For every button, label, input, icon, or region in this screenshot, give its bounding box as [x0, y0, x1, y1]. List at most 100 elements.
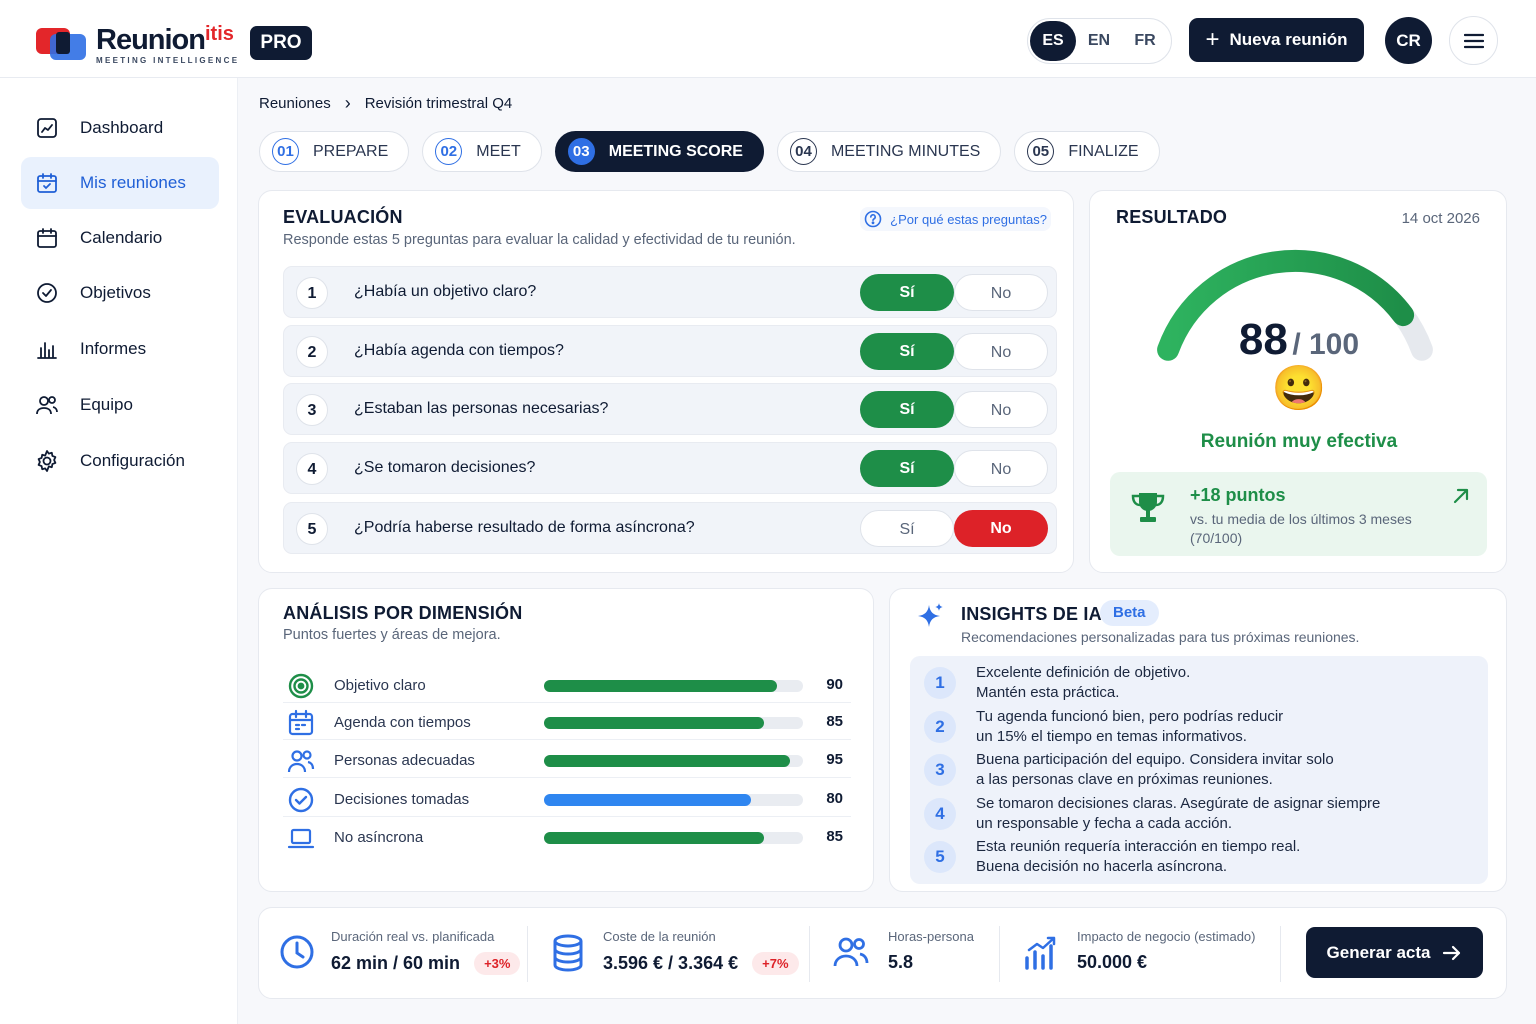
- sidebar-item-dashboard[interactable]: Dashboard: [21, 102, 219, 154]
- score-max: / 100: [1292, 328, 1360, 361]
- logo-icon: [36, 26, 90, 62]
- laptop-icon: [287, 824, 315, 852]
- dimension-row: Decisiones tomadas 80: [283, 779, 851, 817]
- insight-line: Excelente definición de objetivo.: [976, 664, 1191, 681]
- question-row: 4 ¿Se tomaron decisiones? Sí No: [283, 442, 1057, 494]
- target-icon: [287, 672, 315, 700]
- question-row: 2 ¿Había agenda con tiempos? Sí No: [283, 325, 1057, 377]
- yes-button[interactable]: Sí: [860, 274, 954, 311]
- insight-line: Tu agenda funcionó bien, pero podrías re…: [976, 708, 1284, 725]
- question-number: 1: [296, 277, 328, 309]
- dimensions-subtitle: Puntos fuertes y áreas de mejora.: [283, 627, 501, 643]
- no-button[interactable]: No: [954, 391, 1048, 428]
- dimension-label: Personas adecuadas: [334, 752, 475, 769]
- dimension-value: 85: [826, 828, 843, 845]
- evaluation-subtitle: Responde estas 5 preguntas para evaluar …: [283, 232, 796, 248]
- dimension-bar-track: [544, 755, 803, 767]
- result-verdict: Reunión muy efectiva: [1200, 431, 1398, 452]
- sidebar-item-label: Calendario: [80, 228, 163, 247]
- step-label: MEET: [476, 142, 521, 160]
- lang-es[interactable]: ES: [1030, 21, 1076, 61]
- avatar[interactable]: CR: [1385, 17, 1432, 64]
- step-meeting-score[interactable]: 03 MEETING SCORE: [554, 131, 764, 172]
- sidebar-item-calendario[interactable]: Calendario: [21, 212, 219, 264]
- smiley-icon: 😀: [1271, 364, 1327, 413]
- lang-en[interactable]: EN: [1076, 21, 1122, 61]
- question-text: ¿Estaban las personas necesarias?: [354, 400, 609, 417]
- sparkle-icon: [918, 603, 943, 627]
- question-number: 4: [296, 453, 328, 485]
- plus-icon: +: [1205, 26, 1220, 53]
- yes-button[interactable]: Sí: [860, 510, 954, 547]
- no-button[interactable]: No: [954, 274, 1048, 311]
- insight-number: 2: [924, 711, 956, 743]
- dimension-label: Objetivo claro: [334, 677, 426, 694]
- yes-button[interactable]: Sí: [860, 450, 954, 487]
- dimension-row: Personas adecuadas 95: [283, 740, 851, 778]
- dimension-value: 90: [826, 676, 843, 693]
- sidebar-item-configuracion[interactable]: Configuración: [21, 435, 219, 487]
- help-link-label: ¿Por qué estas preguntas?: [890, 211, 1047, 227]
- check-circle-icon: [287, 786, 315, 814]
- dimension-value: 80: [826, 790, 843, 807]
- dimension-label: No asíncrona: [334, 829, 424, 846]
- help-link[interactable]: ¿Por qué estas preguntas?: [860, 207, 1051, 231]
- question-text: ¿Podría haberse resultado de forma asínc…: [354, 519, 695, 536]
- arrow-up-right-icon: [1453, 488, 1469, 504]
- dimension-value: 85: [826, 713, 843, 730]
- insights-card: INSIGHTS DE IA Beta Recomendaciones pers…: [889, 588, 1507, 892]
- top-bar: Reunionitis MEETING INTELLIGENCE PRO ES …: [0, 0, 1536, 78]
- logo[interactable]: Reunionitis MEETING INTELLIGENCE: [36, 24, 239, 65]
- metric-value: 3.596 € / 3.364 €: [603, 953, 739, 973]
- check-circle-icon: [35, 281, 59, 305]
- step-meeting-minutes[interactable]: 04 MEETING MINUTES: [776, 131, 1002, 172]
- step-prepare[interactable]: 01 PREPARE: [259, 131, 410, 172]
- question-text: ¿Había un objetivo claro?: [354, 283, 537, 300]
- breadcrumb-parent[interactable]: Reuniones: [259, 95, 331, 112]
- sidebar-item-mis-reuniones[interactable]: Mis reuniones: [21, 157, 219, 209]
- dimension-row: Objetivo claro 90: [283, 665, 851, 703]
- chevron-right-icon: ›: [344, 93, 351, 113]
- dimension-bar-track: [544, 680, 803, 692]
- score-value: 88: [1238, 315, 1288, 364]
- metric-value: 50.000 €: [1077, 952, 1148, 972]
- metric-value: 5.8: [888, 952, 914, 972]
- question-row: 1 ¿Había un objetivo claro? Sí No: [283, 266, 1057, 318]
- step-finalize[interactable]: 05 FINALIZE: [1014, 131, 1160, 172]
- dimension-row: No asíncrona 85: [283, 817, 851, 855]
- step-label: FINALIZE: [1068, 142, 1139, 160]
- yes-button[interactable]: Sí: [860, 333, 954, 370]
- no-button[interactable]: No: [954, 510, 1048, 547]
- insight-line: Buena participación del equipo. Consider…: [976, 751, 1334, 768]
- question-number: 5: [296, 513, 328, 545]
- insight-number: 5: [924, 841, 956, 873]
- sidebar-item-equipo[interactable]: Equipo: [21, 379, 219, 431]
- no-button[interactable]: No: [954, 333, 1048, 370]
- dimension-bar-track: [544, 794, 803, 806]
- yes-button[interactable]: Sí: [860, 391, 954, 428]
- step-number: 05: [1027, 138, 1055, 165]
- dimension-label: Agenda con tiempos: [334, 714, 471, 731]
- lang-fr[interactable]: FR: [1122, 21, 1168, 61]
- step-label: MEETING SCORE: [608, 142, 743, 160]
- question-text: ¿Se tomaron decisiones?: [354, 459, 536, 476]
- dimension-bar-fill: [544, 717, 765, 729]
- sidebar-item-informes[interactable]: Informes: [21, 323, 219, 375]
- step-meet[interactable]: 02 MEET: [422, 131, 542, 172]
- gear-icon: [35, 449, 59, 473]
- dashboard-icon: [35, 116, 59, 140]
- calendar-icon: [287, 709, 315, 737]
- delta-subtitle: vs. tu media de los últimos 3 meses (70/…: [1190, 511, 1412, 546]
- insights-list: 1 Excelente definición de objetivo. Mantén…: [910, 656, 1488, 884]
- dimensions-card: ANÁLISIS POR DIMENSIÓN Puntos fuertes y …: [258, 588, 874, 892]
- menu-button[interactable]: [1449, 16, 1498, 65]
- generate-minutes-button[interactable]: Generar acta: [1306, 927, 1483, 978]
- team-icon: [35, 393, 59, 417]
- metric-badge: +7%: [752, 952, 799, 975]
- result-card: RESULTADO 14 oct 2026 88 / 100 😀 Reunión…: [1089, 190, 1507, 573]
- step-label: MEETING MINUTES: [830, 142, 981, 160]
- new-meeting-button[interactable]: + Nueva reunión: [1189, 18, 1364, 62]
- step-number: 02: [435, 138, 463, 165]
- sidebar-item-objetivos[interactable]: Objetivos: [21, 267, 219, 319]
- no-button[interactable]: No: [954, 450, 1048, 487]
